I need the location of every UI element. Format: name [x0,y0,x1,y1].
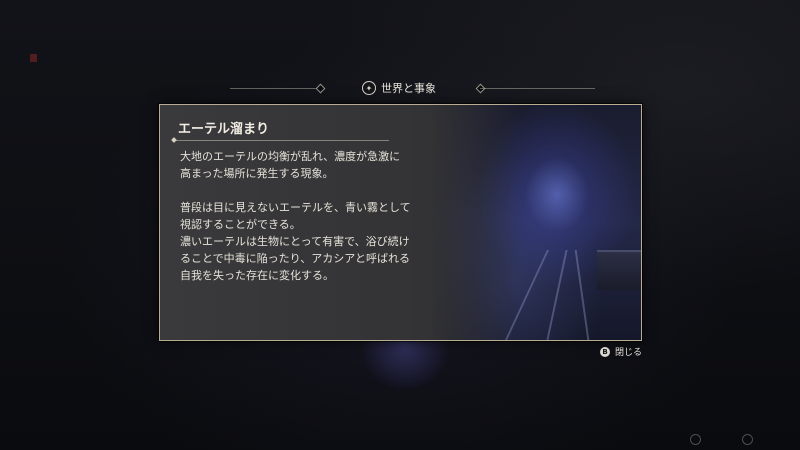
entry-title: エーテル溜まり [178,122,270,137]
close-button[interactable]: B 閉じる [600,345,642,358]
background-marker [30,54,37,62]
header-rule-left [230,88,320,89]
title-underline [174,140,389,141]
entry-illustration [431,105,641,340]
header-title: 世界と事象 [381,82,436,95]
header-rule-right [480,88,595,89]
background-hint-2 [742,434,753,445]
hint-button-icon [690,434,701,445]
button-b-icon: B [600,346,610,357]
close-label: 閉じる [615,348,643,358]
header-diamond-left [315,83,326,94]
mine-cart-shape [597,250,641,290]
entry-paragraph: 普段は目に見えないエーテルを、青い霧として 視認することができる。 濃いエーテル… [180,201,411,282]
section-header: ✦ 世界と事象 [0,78,800,100]
header-title-group: ✦ 世界と事象 [362,80,436,96]
entry-panel: エーテル溜まり 大地のエーテルの均衡が乱れ、濃度が急激に 高まった場所に発生する… [159,104,642,341]
hint-button-icon [742,434,753,445]
compass-emblem-icon: ✦ [362,81,376,95]
entry-paragraph: 大地のエーテルの均衡が乱れ、濃度が急激に 高まった場所に発生する現象。 [180,150,401,180]
entry-body: 大地のエーテルの均衡が乱れ、濃度が急激に 高まった場所に発生する現象。 普段は目… [180,148,430,284]
background-hint-1 [690,434,701,445]
